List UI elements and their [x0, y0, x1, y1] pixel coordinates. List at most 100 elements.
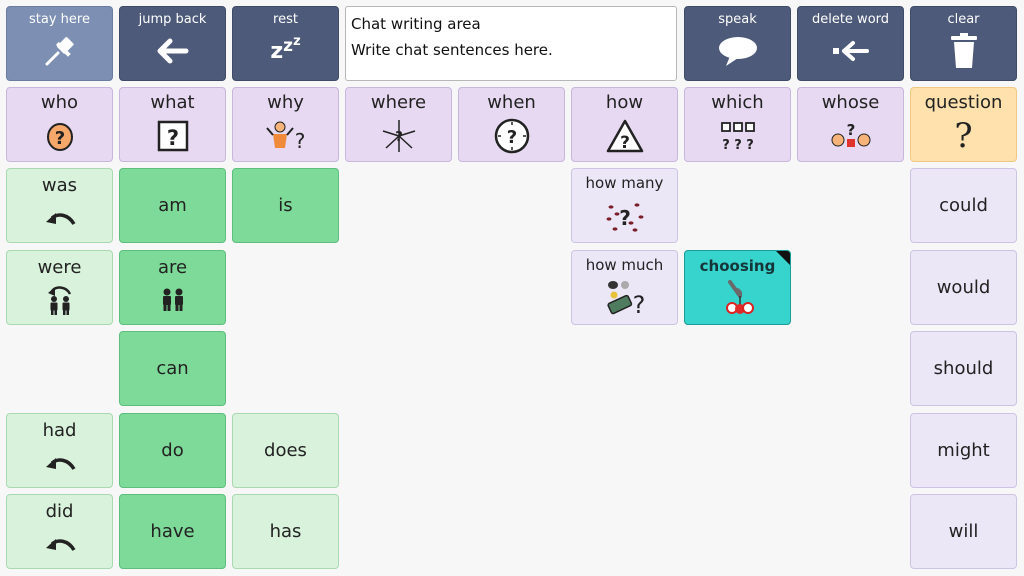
does-label: does	[264, 439, 307, 461]
chat-title: Chat writing area	[351, 15, 481, 33]
did-button[interactable]: did	[6, 494, 113, 569]
how-button[interactable]: how ?	[571, 87, 678, 162]
stay-here-label: stay here	[29, 12, 90, 27]
past-people-icon	[42, 285, 78, 315]
svg-text:?: ?	[734, 138, 742, 153]
stay-here-button[interactable]: stay here	[6, 6, 113, 81]
was-label: was	[41, 175, 78, 196]
choice-boxes-question-icon: ???	[718, 116, 758, 156]
when-label: when	[487, 92, 536, 113]
directions-question-icon: ?	[379, 116, 419, 156]
delete-word-label: delete word	[811, 12, 890, 27]
where-button[interactable]: where ?	[345, 87, 452, 162]
clock-question-icon: ?	[493, 116, 531, 156]
is-button[interactable]: is	[232, 168, 339, 243]
svg-text:?: ?	[632, 291, 645, 319]
arrow-left-icon	[153, 32, 193, 70]
how-many-button[interactable]: how many ?	[571, 168, 678, 243]
why-button[interactable]: why ?	[232, 87, 339, 162]
where-label: where	[370, 92, 427, 113]
would-button[interactable]: would	[910, 250, 1017, 325]
clear-label: clear	[947, 12, 980, 27]
what-label: what	[150, 92, 195, 113]
could-button[interactable]: could	[910, 168, 1017, 243]
could-label: could	[939, 194, 988, 216]
svg-text:?: ?	[746, 138, 754, 153]
pouring-question-icon: ?	[601, 277, 649, 321]
whose-label: whose	[821, 92, 880, 113]
trash-can-icon	[947, 32, 981, 70]
am-label: am	[158, 194, 187, 216]
how-much-button[interactable]: how much ?	[571, 250, 678, 325]
chat-placeholder: Write chat sentences here.	[351, 41, 553, 59]
has-label: has	[269, 520, 302, 542]
does-button[interactable]: does	[232, 413, 339, 488]
pushpin-icon	[41, 32, 79, 70]
scattered-dots-question-icon: ?	[603, 195, 647, 239]
have-button[interactable]: have	[119, 494, 226, 569]
how-much-label: how much	[585, 256, 664, 274]
past-arrow-icon	[42, 529, 78, 559]
who-button[interactable]: who ?	[6, 87, 113, 162]
which-label: which	[711, 92, 764, 113]
svg-text:?: ?	[846, 121, 855, 139]
would-label: would	[936, 276, 991, 298]
jump-back-label: jump back	[138, 12, 207, 27]
when-button[interactable]: when ?	[458, 87, 565, 162]
sleep-zzz-icon: zzz	[270, 33, 301, 64]
two-people-icon	[155, 285, 191, 315]
should-label: should	[933, 357, 994, 379]
what-button[interactable]: what ?	[119, 87, 226, 162]
were-label: were	[37, 257, 82, 278]
how-many-label: how many	[585, 174, 664, 192]
hand-picking-icon	[716, 278, 760, 318]
past-arrow-icon	[42, 203, 78, 233]
question-mark-icon: ?	[954, 116, 973, 156]
rest-button[interactable]: rest zzz	[232, 6, 339, 81]
had-label: had	[42, 420, 77, 441]
can-label: can	[156, 357, 189, 379]
were-button[interactable]: were	[6, 250, 113, 325]
speak-label: speak	[718, 12, 757, 27]
speak-button[interactable]: speak	[684, 6, 791, 81]
will-label: will	[948, 520, 979, 542]
is-label: is	[278, 194, 293, 216]
are-label: are	[157, 257, 188, 278]
have-label: have	[150, 520, 195, 542]
am-button[interactable]: am	[119, 168, 226, 243]
was-button[interactable]: was	[6, 168, 113, 243]
triangle-question-icon: ?	[605, 116, 645, 156]
do-label: do	[161, 439, 184, 461]
should-button[interactable]: should	[910, 331, 1017, 406]
speech-bubble-icon	[716, 32, 760, 70]
chat-writing-area[interactable]: Chat writing area Write chat sentences h…	[345, 6, 677, 81]
svg-text:?: ?	[294, 129, 305, 153]
choosing-button[interactable]: choosing	[684, 250, 791, 325]
has-button[interactable]: has	[232, 494, 339, 569]
rest-label: rest	[273, 12, 298, 27]
how-label: how	[605, 92, 644, 113]
clear-button[interactable]: clear	[910, 6, 1017, 81]
whose-button[interactable]: whose ?	[797, 87, 904, 162]
boxed-question-icon: ?	[156, 116, 190, 156]
face-question-icon: ?	[42, 116, 78, 156]
choosing-label: choosing	[699, 257, 776, 275]
delete-arrow-icon	[829, 32, 873, 70]
svg-text:?: ?	[722, 138, 730, 153]
which-button[interactable]: which ???	[684, 87, 791, 162]
had-button[interactable]: had	[6, 413, 113, 488]
did-label: did	[45, 501, 74, 522]
svg-text:?: ?	[620, 133, 630, 153]
are-button[interactable]: are	[119, 250, 226, 325]
will-button[interactable]: will	[910, 494, 1017, 569]
do-button[interactable]: do	[119, 413, 226, 488]
might-button[interactable]: might	[910, 413, 1017, 488]
delete-word-button[interactable]: delete word	[797, 6, 904, 81]
who-label: who	[40, 92, 79, 113]
jump-back-button[interactable]: jump back	[119, 6, 226, 81]
person-shrug-question-icon: ?	[264, 116, 308, 156]
question-button[interactable]: question ?	[910, 87, 1017, 162]
people-object-question-icon: ?	[829, 116, 873, 156]
svg-text:?: ?	[166, 126, 178, 150]
can-button[interactable]: can	[119, 331, 226, 406]
